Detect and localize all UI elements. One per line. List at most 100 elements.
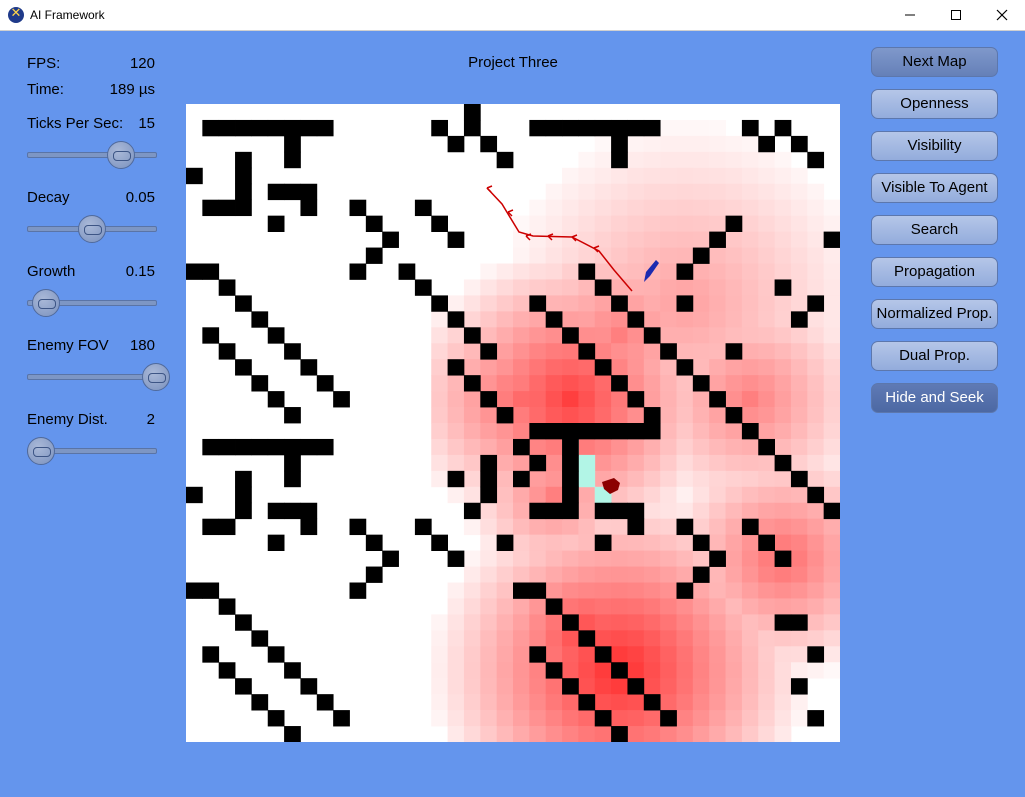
heat-cell bbox=[692, 694, 710, 711]
growth-slider[interactable] bbox=[27, 289, 157, 317]
close-button[interactable] bbox=[979, 0, 1025, 30]
heat-cell bbox=[447, 614, 465, 631]
heat-cell bbox=[807, 630, 825, 647]
hide-and-seek-button[interactable]: Hide and Seek bbox=[871, 383, 998, 413]
heat-cell bbox=[496, 375, 514, 392]
wall-cell bbox=[235, 614, 252, 631]
heat-cell bbox=[676, 231, 694, 248]
heat-cell bbox=[660, 359, 677, 376]
heat-cell bbox=[480, 375, 498, 392]
heat-cell bbox=[480, 423, 498, 440]
wall-cell bbox=[218, 199, 236, 217]
heat-cell bbox=[758, 263, 775, 280]
heat-cell bbox=[758, 646, 775, 663]
wall-cell bbox=[692, 534, 710, 551]
heat-cell bbox=[529, 518, 547, 536]
decay-slider[interactable] bbox=[27, 215, 157, 243]
minimize-button[interactable] bbox=[887, 0, 933, 30]
heat-cell bbox=[774, 407, 792, 424]
enemy-fov-slider[interactable] bbox=[27, 363, 170, 391]
enemy-fov-slider-thumb[interactable] bbox=[142, 363, 170, 391]
next-map-button[interactable]: Next Map bbox=[871, 47, 998, 77]
heat-cell bbox=[790, 598, 808, 615]
heat-cell bbox=[807, 391, 825, 408]
wall-cell bbox=[611, 502, 628, 520]
heat-cell bbox=[823, 391, 841, 408]
heat-cell bbox=[807, 359, 825, 376]
heat-cell bbox=[741, 167, 759, 185]
heat-cell bbox=[643, 470, 661, 488]
heat-cell bbox=[627, 215, 645, 232]
normalized-prop-button[interactable]: Normalized Prop. bbox=[871, 299, 998, 329]
heat-cell bbox=[660, 295, 677, 312]
heat-cell bbox=[741, 566, 759, 583]
wall-cell bbox=[480, 343, 498, 360]
openness-button[interactable]: Openness bbox=[871, 89, 998, 119]
heat-cell bbox=[463, 359, 481, 376]
heat-cell bbox=[758, 662, 775, 679]
enemy-dist-slider-value: 2 bbox=[146, 411, 155, 428]
wall-cell bbox=[627, 311, 645, 328]
dual-prop-button[interactable]: Dual Prop. bbox=[871, 341, 998, 371]
heat-cell bbox=[660, 550, 677, 567]
heat-cell bbox=[578, 502, 596, 520]
heat-cell bbox=[676, 375, 694, 392]
heat-cell bbox=[692, 502, 710, 520]
heat-cell bbox=[627, 694, 645, 711]
wall-cell bbox=[676, 263, 694, 280]
heat-cell bbox=[774, 646, 792, 663]
heat-cell bbox=[725, 662, 743, 679]
heat-cell bbox=[758, 598, 775, 615]
heat-cell bbox=[643, 534, 661, 551]
map-grid[interactable] bbox=[186, 104, 841, 746]
enemy-dist-slider[interactable] bbox=[26, 437, 157, 465]
ticks-slider[interactable] bbox=[27, 141, 157, 169]
heat-cell bbox=[480, 502, 498, 520]
heat-cell bbox=[774, 470, 792, 488]
wall-cell bbox=[251, 630, 269, 647]
heat-cell bbox=[480, 534, 498, 551]
heat-cell bbox=[660, 247, 677, 264]
heat-cell bbox=[545, 247, 563, 264]
heat-cell bbox=[725, 327, 743, 344]
maximize-button[interactable] bbox=[933, 0, 979, 30]
heat-cell bbox=[692, 518, 710, 536]
heat-cell bbox=[447, 295, 465, 312]
heat-cell bbox=[823, 630, 841, 647]
heat-cell bbox=[529, 375, 547, 392]
wall-cell bbox=[267, 438, 285, 456]
heat-cell bbox=[807, 215, 825, 232]
decay-slider-thumb[interactable] bbox=[78, 215, 106, 243]
heat-cell bbox=[447, 694, 465, 711]
wall-cell bbox=[807, 710, 825, 727]
heat-cell bbox=[774, 486, 792, 504]
wall-cell bbox=[611, 295, 628, 312]
wall-cell bbox=[676, 518, 694, 536]
heat-cell bbox=[578, 247, 596, 264]
heat-cell bbox=[562, 391, 579, 408]
enemy-dist-slider-thumb[interactable] bbox=[26, 437, 55, 465]
wall-cell bbox=[496, 151, 514, 169]
wall-cell bbox=[578, 630, 596, 647]
wall-cell bbox=[709, 550, 726, 567]
heat-cell bbox=[578, 375, 596, 392]
wall-cell bbox=[431, 119, 448, 137]
heat-cell bbox=[594, 391, 612, 408]
visibility-button[interactable]: Visibility bbox=[871, 131, 998, 161]
heat-cell bbox=[709, 582, 726, 599]
visible-to-agent-button[interactable]: Visible To Agent bbox=[871, 173, 998, 203]
search-button[interactable]: Search bbox=[871, 215, 998, 245]
heat-cell bbox=[725, 199, 743, 217]
heat-cell bbox=[807, 327, 825, 344]
ticks-slider-thumb[interactable] bbox=[107, 141, 136, 169]
heat-cell bbox=[790, 710, 808, 727]
propagation-button[interactable]: Propagation bbox=[871, 257, 998, 287]
heat-cell bbox=[790, 438, 808, 456]
growth-slider-thumb[interactable] bbox=[31, 289, 60, 317]
heat-cell bbox=[676, 343, 694, 360]
heat-cell bbox=[692, 550, 710, 567]
wall-cell bbox=[807, 295, 825, 312]
heat-cell bbox=[758, 694, 775, 711]
heat-cell bbox=[578, 359, 596, 376]
heat-cell bbox=[660, 662, 677, 679]
